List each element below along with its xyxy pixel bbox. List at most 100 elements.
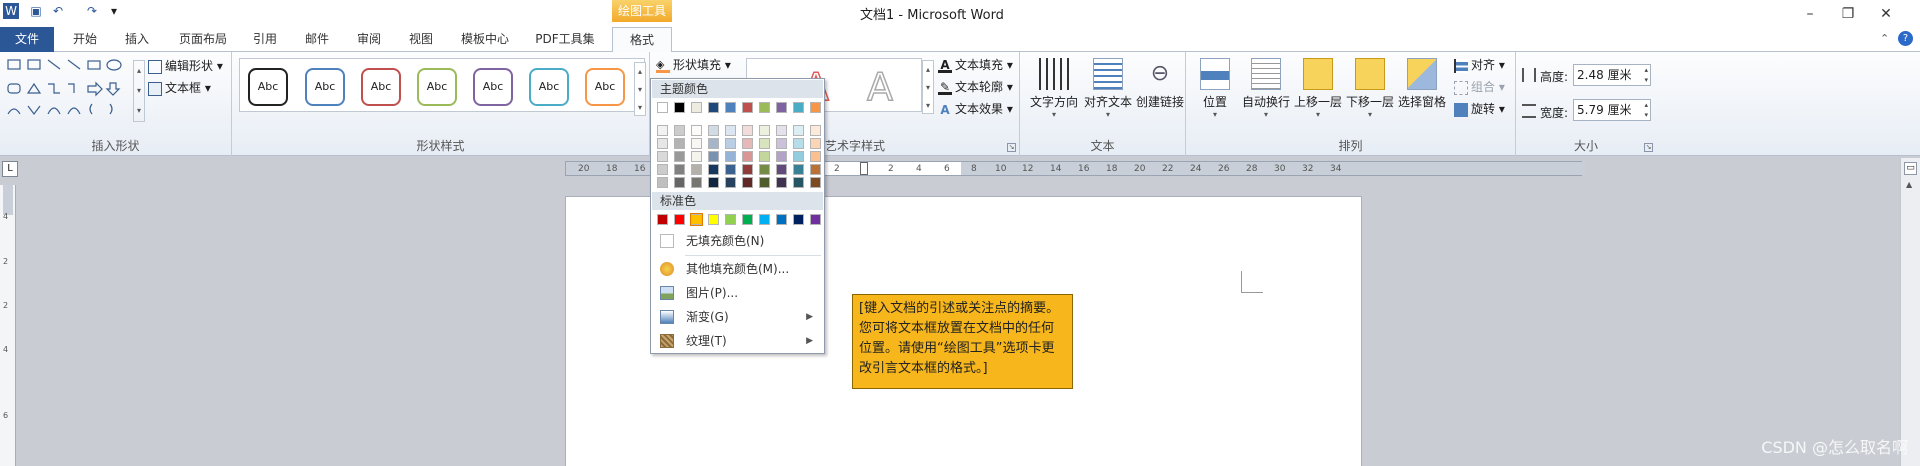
theme-color-swatch[interactable] [810, 125, 821, 136]
theme-color-swatch[interactable] [708, 151, 719, 162]
texture-fill-item[interactable]: 纹理(T) ▶ [652, 329, 823, 353]
help-icon[interactable]: ? [1898, 31, 1913, 46]
theme-color-swatch[interactable] [674, 177, 685, 188]
theme-color-swatch[interactable] [742, 102, 753, 113]
theme-color-swatch[interactable] [708, 138, 719, 149]
text-outline-button[interactable]: ✎ 文本轮廓 ▾ [936, 77, 1013, 97]
position-button[interactable]: 位置 ▾ [1190, 58, 1240, 119]
theme-color-swatch[interactable] [776, 138, 787, 149]
theme-color-swatch[interactable] [810, 102, 821, 113]
theme-color-swatch[interactable] [776, 164, 787, 175]
theme-color-swatch[interactable] [810, 164, 821, 175]
tab-home[interactable]: 开始 [60, 27, 110, 52]
theme-color-swatch[interactable] [674, 164, 685, 175]
theme-color-swatch[interactable] [759, 138, 770, 149]
edit-shape-button[interactable]: 编辑形状 ▾ [146, 56, 223, 76]
tab-template-center[interactable]: 模板中心 [454, 27, 516, 52]
tab-selector[interactable]: L [2, 161, 18, 177]
theme-color-swatch[interactable] [810, 177, 821, 188]
theme-color-swatch[interactable] [742, 177, 753, 188]
bring-forward-button[interactable]: 上移一层 ▾ [1292, 58, 1344, 119]
theme-color-swatch[interactable] [793, 125, 804, 136]
theme-color-swatch[interactable] [742, 164, 753, 175]
theme-color-swatch[interactable] [725, 125, 736, 136]
theme-color-swatch[interactable] [810, 151, 821, 162]
theme-color-swatch[interactable] [708, 125, 719, 136]
theme-color-swatch[interactable] [759, 164, 770, 175]
tab-pdf-tools[interactable]: PDF工具集 [530, 27, 600, 52]
ruler-toggle-icon[interactable]: ▭ [1904, 162, 1917, 175]
word-app-icon[interactable]: W [3, 3, 19, 19]
theme-color-swatch[interactable] [776, 151, 787, 162]
theme-color-swatch[interactable] [810, 138, 821, 149]
create-link-button[interactable]: ⊖ 创建链接 [1134, 58, 1186, 110]
dialog-launcher-icon[interactable]: ↘ [1007, 143, 1016, 152]
theme-color-swatch[interactable] [793, 151, 804, 162]
theme-color-swatch[interactable] [657, 151, 668, 162]
theme-color-swatch[interactable] [742, 125, 753, 136]
theme-color-swatch[interactable] [759, 125, 770, 136]
standard-color-swatch[interactable] [657, 214, 668, 225]
width-input[interactable]: 5.79 厘米 ▴ ▾ [1573, 99, 1651, 121]
rotate-button[interactable]: 旋转 ▾ [1452, 99, 1505, 119]
quote-text-box[interactable]: [键入文档的引述或关注点的摘要。您可将文本框放置在文档中的任何位置。请使用“绘图… [852, 294, 1073, 389]
text-fill-button[interactable]: A 文本填充 ▾ [936, 55, 1013, 75]
shape-style-swatch[interactable]: Abc [248, 68, 288, 106]
more-fill-colors-item[interactable]: 其他填充颜色(M)... [652, 257, 823, 281]
tab-references[interactable]: 引用 [240, 27, 290, 52]
group-button[interactable]: 组合 ▾ [1452, 77, 1505, 97]
theme-color-swatch[interactable] [691, 151, 702, 162]
minimize-icon[interactable]: – [1796, 4, 1824, 24]
theme-color-swatch[interactable] [691, 177, 702, 188]
tab-review[interactable]: 审阅 [344, 27, 394, 52]
standard-color-swatch[interactable] [674, 214, 685, 225]
standard-color-swatch[interactable] [725, 214, 736, 225]
align-text-button[interactable]: 对齐文本 ▾ [1082, 58, 1134, 119]
standard-color-swatch[interactable] [708, 214, 719, 225]
standard-color-swatch[interactable] [793, 214, 804, 225]
theme-color-swatch[interactable] [725, 177, 736, 188]
undo-icon[interactable]: ↶ [50, 3, 66, 19]
height-input[interactable]: 2.48 厘米 ▴ ▾ [1573, 64, 1651, 86]
theme-color-swatch[interactable] [691, 125, 702, 136]
tab-view[interactable]: 视图 [396, 27, 446, 52]
theme-color-swatch[interactable] [742, 138, 753, 149]
shape-style-swatch[interactable]: Abc [417, 68, 457, 106]
theme-color-swatch[interactable] [759, 102, 770, 113]
selection-pane-button[interactable]: 选择窗格 [1396, 58, 1448, 110]
collapse-ribbon-icon[interactable]: ⌃ [1880, 32, 1889, 45]
no-fill-item[interactable]: 无填充颜色(N) [652, 229, 823, 253]
standard-color-swatch[interactable] [776, 214, 787, 225]
shape-style-swatch[interactable]: Abc [361, 68, 401, 106]
standard-color-swatch[interactable] [742, 214, 753, 225]
text-box-button[interactable]: 文本框 ▾ [146, 78, 211, 98]
theme-color-swatch[interactable] [793, 164, 804, 175]
tab-insert[interactable]: 插入 [112, 27, 162, 52]
tab-page-layout[interactable]: 页面布局 [170, 27, 236, 52]
theme-color-swatch[interactable] [725, 164, 736, 175]
theme-color-swatch[interactable] [725, 138, 736, 149]
theme-color-swatch[interactable] [657, 164, 668, 175]
theme-color-swatch[interactable] [691, 102, 702, 113]
picture-fill-item[interactable]: 图片(P)... [652, 281, 823, 305]
theme-color-swatch[interactable] [793, 138, 804, 149]
text-effects-button[interactable]: A 文本效果 ▾ [936, 99, 1013, 119]
close-icon[interactable]: ✕ [1872, 4, 1900, 24]
theme-color-swatch[interactable] [793, 177, 804, 188]
theme-color-swatch[interactable] [742, 151, 753, 162]
theme-color-swatch[interactable] [708, 177, 719, 188]
theme-color-swatch[interactable] [776, 102, 787, 113]
theme-color-swatch[interactable] [725, 102, 736, 113]
theme-color-swatch[interactable] [674, 102, 685, 113]
theme-color-swatch[interactable] [708, 102, 719, 113]
redo-icon[interactable]: ↷ [84, 3, 100, 19]
wordart-gallery-scroll[interactable]: ▴ ▾ ▾ [922, 60, 934, 114]
shape-style-swatch[interactable]: Abc [585, 68, 625, 106]
theme-color-swatch[interactable] [793, 102, 804, 113]
send-backward-button[interactable]: 下移一层 ▾ [1344, 58, 1396, 119]
vertical-ruler[interactable]: 4 2 2 4 6 [0, 185, 16, 466]
tab-format[interactable]: 格式 [612, 27, 672, 52]
standard-color-swatch[interactable] [690, 213, 703, 226]
theme-color-swatch[interactable] [674, 125, 685, 136]
theme-color-swatch[interactable] [657, 138, 668, 149]
